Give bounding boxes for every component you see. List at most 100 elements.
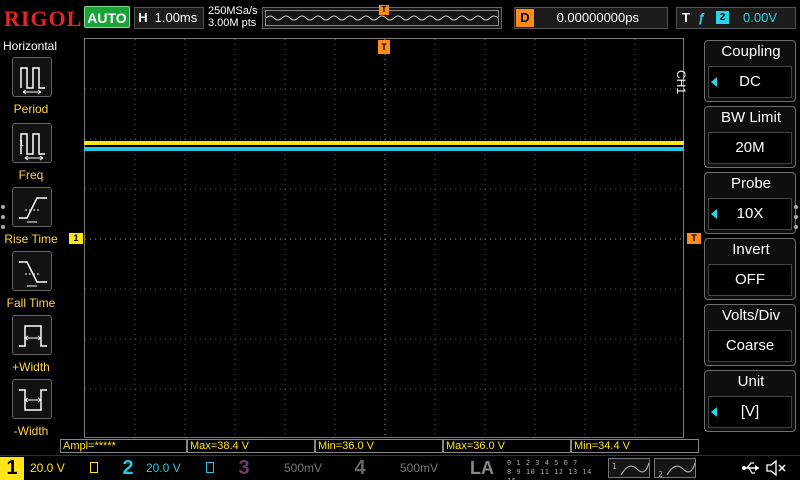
decoder-1-box[interactable]: 1 (608, 458, 650, 478)
menu-item-label: Freq (18, 168, 44, 182)
menu-coupling[interactable]: Coupling DC (704, 40, 796, 102)
menu-item-label: Fall Time (6, 296, 56, 310)
left-arrow-icon (711, 407, 717, 417)
measurement-ampl[interactable]: Ampl=***** (60, 439, 187, 453)
decode-wave-icon: 1 (612, 462, 650, 476)
channel-menu-label: CH1 (674, 70, 688, 95)
trigger-position-marker[interactable]: T (378, 40, 390, 54)
measurement-strip: Ampl=***** Max=38.4 V Min=36.0 V Max=36.… (60, 439, 700, 453)
menu-item-title: Unit (737, 373, 765, 390)
brand-logo: RIGOL (4, 6, 83, 31)
menu-item-title: BW Limit (721, 109, 781, 126)
trigger-source-badge: 2 (716, 11, 729, 24)
delay-value: 0.00000000ps (556, 10, 639, 25)
rise-time-icon (12, 187, 52, 227)
menu-item-value: OFF (708, 264, 792, 296)
memory-trigger-marker: T (379, 5, 389, 15)
menu-invert[interactable]: Invert OFF (704, 238, 796, 300)
decode-wave-icon: 2 (658, 462, 696, 479)
menu-item-freq[interactable]: 1 Freq (0, 123, 60, 187)
run-state-indicator[interactable]: AUTO (84, 6, 130, 28)
svg-text:2: 2 (658, 470, 663, 479)
menu-volts-div[interactable]: Volts/Div Coarse (704, 304, 796, 366)
menu-item-value: [V] (708, 396, 792, 428)
freq-icon: 1 (12, 123, 52, 163)
la-channel-row: 0 1 2 3 4 5 6 7 (507, 459, 578, 467)
menu-item-value: Coarse (708, 330, 792, 362)
measurement-max-ch2[interactable]: Max=36.0 V (443, 439, 571, 453)
channel-1-number: 1 (0, 457, 24, 480)
menu-unit[interactable]: Unit [V] (704, 370, 796, 432)
menu-item-rise-time[interactable]: Rise Time (0, 187, 60, 251)
left-arrow-icon (711, 209, 717, 219)
graticule-grid (85, 39, 685, 439)
menu-item-positive-width[interactable]: +Width (0, 315, 60, 379)
channel-4-status[interactable]: 4 500mV (348, 457, 458, 480)
logic-analyzer-label[interactable]: LA (470, 457, 494, 480)
menu-item-label: +Width (12, 360, 50, 374)
horizontal-timebase-box[interactable]: H 1.00ms (134, 7, 204, 29)
trigger-box[interactable]: T ƒ 2 0.00V (676, 7, 796, 29)
menu-item-label: Period (13, 102, 49, 116)
positive-width-icon (12, 315, 52, 355)
acquisition-info: 250MSa/s 3.00M pts (208, 5, 258, 29)
logic-analyzer-channels[interactable]: 0 1 2 3 4 5 6 7 8 9 10 11 12 13 14 15 (507, 459, 603, 480)
left-arrow-icon (711, 77, 717, 87)
menu-item-value: 20M (708, 132, 792, 164)
left-menu-title: Horizontal (3, 39, 58, 53)
menu-probe[interactable]: Probe 10X (704, 172, 796, 234)
usb-icon (741, 460, 761, 476)
menu-item-value: 10X (708, 198, 792, 230)
menu-item-negative-width[interactable]: -Width (0, 379, 60, 443)
svg-text:1: 1 (612, 462, 617, 471)
channel-4-scale: 500mV (400, 461, 439, 475)
menu-item-title: Probe (730, 175, 772, 192)
fall-time-icon (12, 251, 52, 291)
channel-right-menu: Coupling DC BW Limit 20M Probe 10X Inver… (704, 37, 800, 437)
menu-item-label: -Width (13, 424, 49, 438)
menu-item-value: DC (708, 66, 792, 98)
channel-2-trace (84, 147, 684, 151)
channel-1-trace (84, 141, 684, 145)
channel-2-number: 2 (122, 457, 134, 479)
top-status-bar: RIGOL AUTO H 1.00ms 250MSa/s 3.00M pts T… (0, 0, 800, 36)
channel-1-status[interactable]: 1 20.0 V (0, 457, 110, 480)
channel-4-number: 4 (354, 457, 366, 479)
sample-rate: 250MSa/s (208, 5, 258, 17)
menu-item-label: Rise Time (4, 232, 58, 246)
measurement-min-ch1[interactable]: Min=36.0 V (315, 439, 443, 453)
menu-item-title: Coupling (721, 43, 781, 60)
channel-status-bar: 1 20.0 V 2 20.0 V 3 500mV 4 500mV LA 0 1… (0, 455, 800, 480)
la-channel-row: 8 9 10 11 12 13 14 15 (507, 468, 592, 480)
channel-3-status[interactable]: 3 500mV (232, 457, 342, 480)
menu-item-period[interactable]: Period (0, 57, 60, 121)
measurement-max-ch1[interactable]: Max=38.4 V (187, 439, 315, 453)
measurement-min-ch2[interactable]: Min=34.4 V (571, 439, 699, 453)
svg-text:1: 1 (19, 139, 24, 148)
waveform-graticule[interactable] (84, 38, 685, 439)
channel-2-coupling-icon (206, 462, 214, 473)
horizontal-letter: H (138, 10, 148, 25)
trigger-level-value: 0.00V (743, 10, 777, 25)
decoder-2-box[interactable]: 2 (654, 458, 696, 479)
speaker-muted-icon[interactable] (765, 459, 787, 477)
menu-item-fall-time[interactable]: Fall Time (0, 251, 60, 315)
menu-item-title: Volts/Div (721, 307, 781, 324)
timebase-value: 1.00ms (154, 10, 198, 25)
measurement-left-menu: Horizontal Period 1 Freq Rise Time Fall … (0, 37, 60, 440)
menu-item-title: Invert (732, 241, 770, 258)
right-page-dots (794, 205, 798, 235)
negative-width-icon (12, 379, 52, 419)
channel-2-status[interactable]: 2 20.0 V (116, 457, 226, 480)
channel-3-number: 3 (238, 457, 250, 479)
menu-bw-limit[interactable]: BW Limit 20M (704, 106, 796, 168)
delay-box[interactable]: D 0.00000000ps (514, 7, 668, 29)
rising-edge-icon: ƒ (698, 10, 706, 25)
memory-depth: 3.00M pts (208, 17, 257, 29)
memory-position-bar[interactable]: T (262, 5, 502, 29)
channel-3-scale: 500mV (284, 461, 323, 475)
trigger-letter: T (682, 10, 690, 25)
channel-1-ground-marker[interactable]: 1 (69, 233, 83, 244)
trigger-level-marker[interactable]: T (687, 233, 701, 244)
delay-letter: D (516, 9, 534, 27)
